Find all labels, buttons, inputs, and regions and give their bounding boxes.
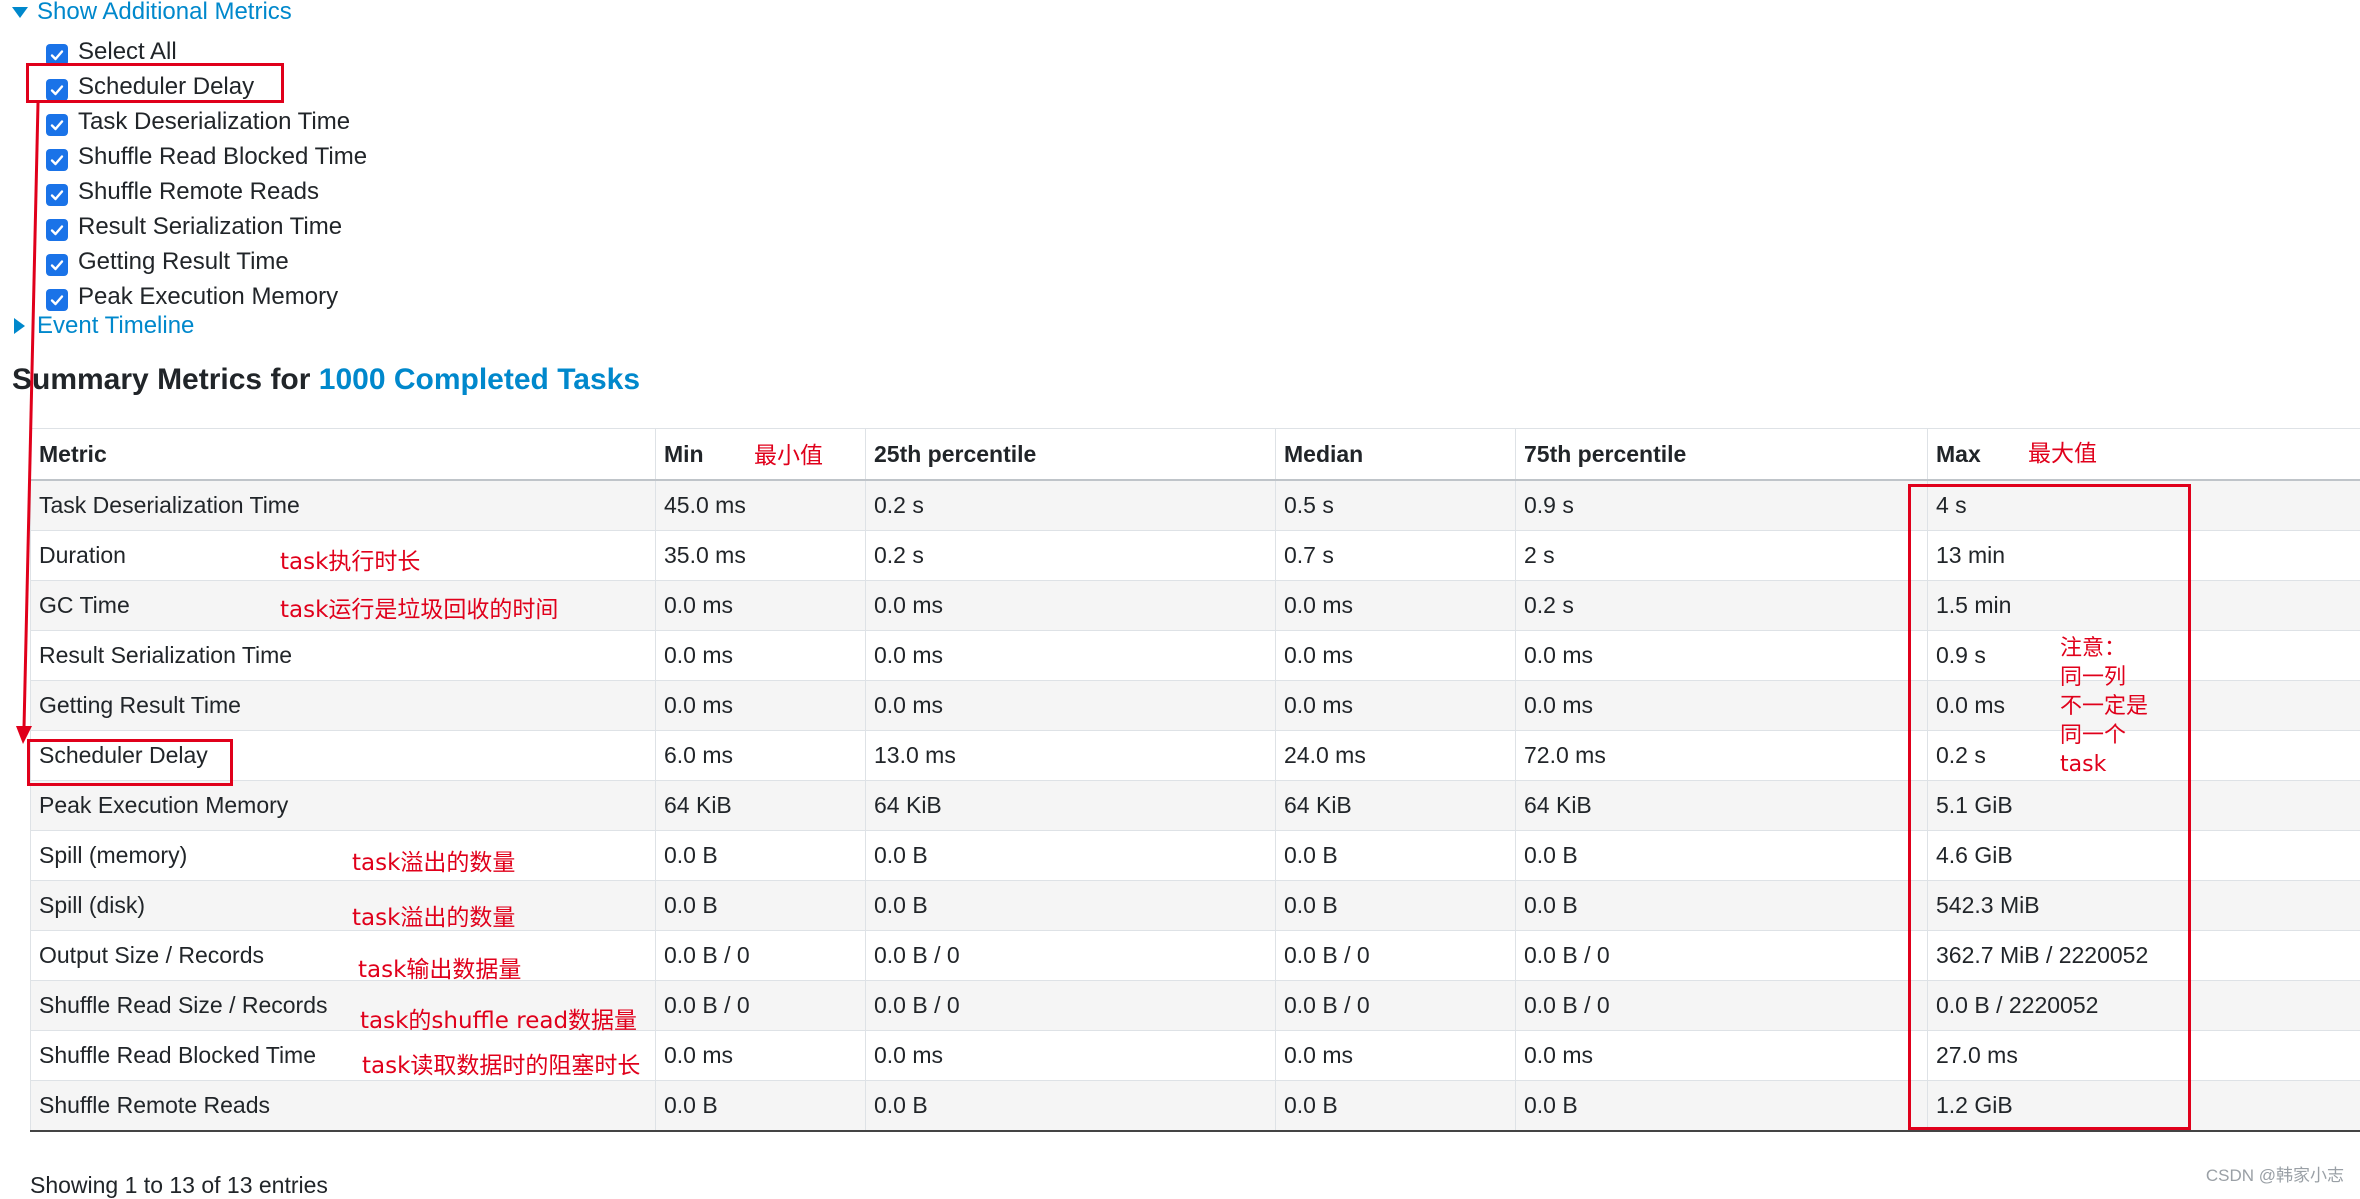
annotation-max-label: 最大值: [2028, 434, 2097, 468]
annotation-blocked-note: task读取数据时的阻塞时长: [362, 1046, 640, 1080]
annotation-spill-disk-note: task溢出的数量: [352, 898, 515, 932]
annotation-min-label: 最小值: [754, 436, 823, 470]
annotation-column-note-line: 注意：: [2060, 634, 2148, 663]
annotation-gc-note: task运行是垃圾回收的时间: [280, 590, 558, 624]
annotation-column-note-line: task: [2060, 750, 2148, 779]
annotation-duration-note: task执行时长: [280, 542, 420, 576]
annotation-column-note: 注意： 同一列 不一定是 同一个 task: [2060, 634, 2148, 779]
annotation-column-note-line: 同一列: [2060, 663, 2148, 692]
annotation-output-note: task输出数据量: [358, 950, 521, 984]
annotation-spill-memory-note: task溢出的数量: [352, 843, 515, 877]
annotation-arrow: [16, 103, 38, 744]
annotation-shuffle-read-note: task的shuffle read数据量: [360, 1001, 637, 1035]
annotation-column-note-line: 同一个: [2060, 721, 2148, 750]
annotation-column-note-line: 不一定是: [2060, 692, 2148, 721]
